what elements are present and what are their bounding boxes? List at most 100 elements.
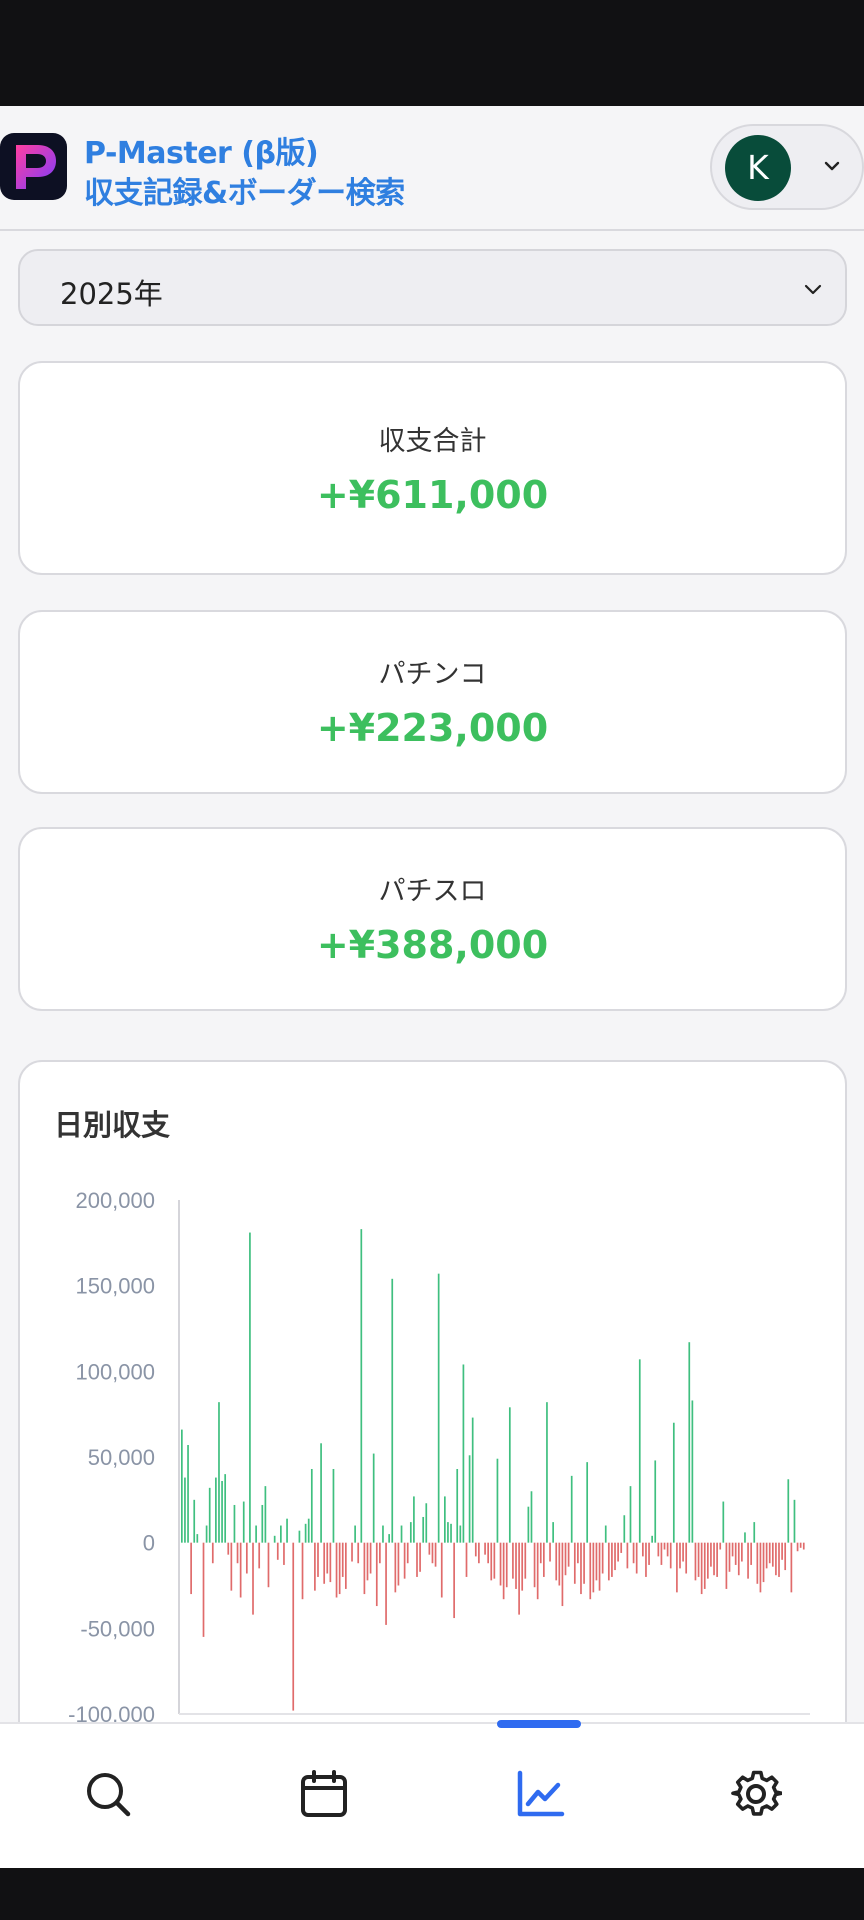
total-balance-card: 収支合計 +¥611,000	[18, 361, 847, 575]
chart-bar	[363, 1542, 366, 1595]
chart-bar	[447, 1522, 449, 1543]
chart-bar	[239, 1542, 242, 1598]
chart-bar	[787, 1479, 790, 1543]
card-value: +¥223,000	[316, 706, 549, 750]
chart-bar	[722, 1501, 725, 1543]
chart-bar	[502, 1542, 505, 1600]
chart-bar	[428, 1542, 431, 1555]
chart-bar	[264, 1486, 267, 1543]
card-label: パチンコ	[378, 659, 487, 690]
chart-bar	[716, 1542, 718, 1577]
app-title: P-Master (β版)	[84, 136, 319, 171]
chart-bar	[323, 1542, 326, 1584]
chart-bar	[790, 1542, 793, 1593]
chart-bar	[595, 1542, 598, 1581]
chart-bar	[558, 1542, 561, 1586]
chart-bar	[276, 1542, 279, 1560]
chart-bar	[456, 1468, 459, 1543]
chart-bar	[301, 1542, 304, 1600]
search-icon[interactable]	[82, 1768, 134, 1820]
chart-bar	[583, 1542, 585, 1584]
chart-bar	[796, 1542, 799, 1552]
chart-bar	[273, 1535, 276, 1543]
app-subtitle: 収支記録&ボーダー検索	[84, 176, 405, 211]
chart-bar	[205, 1525, 208, 1543]
chart-bar	[666, 1542, 669, 1557]
y-tick-label: 200,000	[75, 1188, 155, 1213]
chart-bar	[663, 1542, 666, 1550]
chart-bar	[357, 1542, 360, 1564]
chart-bar	[341, 1542, 344, 1577]
app-logo[interactable]	[0, 133, 67, 200]
chart-bar	[230, 1542, 233, 1591]
chart-bar	[601, 1542, 604, 1574]
chart-bar	[187, 1445, 189, 1543]
chart-bar	[444, 1496, 446, 1543]
chart-bar	[632, 1542, 635, 1564]
card-value: +¥611,000	[316, 473, 549, 517]
chart-bar	[700, 1542, 703, 1595]
chart-bar	[245, 1542, 248, 1574]
chart-bar	[193, 1499, 196, 1543]
chart-bar	[744, 1532, 746, 1543]
chart-bar	[706, 1542, 709, 1579]
chart-bar	[326, 1542, 329, 1574]
pachinko-balance-card: パチンコ +¥223,000	[18, 610, 847, 794]
chart-bar	[784, 1542, 787, 1571]
chart-bar	[691, 1400, 694, 1543]
chart-bar	[372, 1453, 375, 1543]
chart-bar	[478, 1542, 480, 1564]
calendar-icon[interactable]	[298, 1768, 350, 1820]
chart-bar	[530, 1491, 533, 1543]
chart-bar	[802, 1542, 805, 1550]
chart-bar	[202, 1542, 205, 1637]
chart-bar	[573, 1542, 576, 1584]
chart-bar	[508, 1407, 511, 1543]
chart-bar	[750, 1542, 753, 1565]
chart-bar	[233, 1504, 236, 1543]
chart-bar	[283, 1542, 285, 1565]
chart-bar	[651, 1535, 653, 1543]
app-screen: P-Master (β版) 収支記録&ボーダー検索 K 2025年 収支合計 +…	[0, 106, 864, 1868]
gear-icon[interactable]	[730, 1768, 782, 1820]
chart-bar	[496, 1458, 499, 1543]
chart-bar	[756, 1542, 759, 1584]
chart-bar	[629, 1486, 632, 1543]
chart-bar	[759, 1542, 762, 1593]
year-select-value: 2025年	[60, 277, 163, 311]
chart-bar	[190, 1542, 192, 1595]
chart-bar	[778, 1542, 780, 1577]
chart-bar	[406, 1542, 409, 1564]
chart-bar	[499, 1542, 502, 1586]
chart-bar	[400, 1525, 403, 1543]
chart-bar	[642, 1542, 644, 1557]
chart-bar	[462, 1364, 465, 1543]
chart-bar	[549, 1542, 551, 1562]
chevron-down-icon	[804, 284, 822, 295]
daily-balance-chart-card: 日別収支 200,000 150,000 100,000 50,000 0 -50,000…	[18, 1060, 847, 1820]
chart-bar	[518, 1542, 520, 1615]
year-select[interactable]: 2025年	[18, 249, 847, 326]
chart-bar	[793, 1499, 796, 1543]
account-menu-button[interactable]: K	[710, 124, 864, 210]
logo-p-icon	[16, 145, 56, 189]
chart-bar	[267, 1542, 270, 1588]
avatar: K	[725, 135, 791, 201]
chart-bar	[413, 1496, 415, 1543]
line-chart-icon[interactable]	[514, 1768, 566, 1820]
chart-bar	[561, 1542, 564, 1607]
card-label: パチスロ	[378, 876, 487, 907]
chart-bar	[765, 1542, 768, 1569]
chart-bar	[252, 1542, 254, 1615]
chart-bar	[320, 1443, 322, 1543]
chart-bar	[505, 1542, 508, 1588]
chart-bar	[753, 1522, 756, 1543]
chart-bar	[697, 1542, 700, 1577]
chart-bar	[298, 1530, 301, 1543]
chart-bar	[645, 1542, 647, 1577]
chart-bar	[546, 1402, 548, 1543]
chart-bar	[255, 1525, 257, 1543]
chart-bar	[258, 1542, 261, 1569]
chart-bar	[280, 1525, 282, 1543]
chart-bar	[512, 1542, 514, 1579]
